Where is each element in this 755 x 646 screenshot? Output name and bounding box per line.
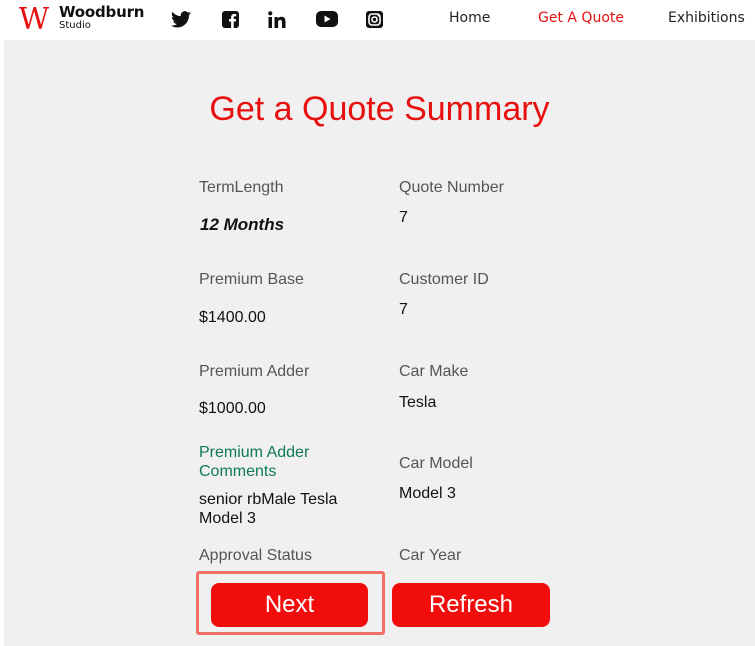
brand-text[interactable]: Woodburn Studio bbox=[59, 4, 144, 32]
car-model-label: Car Model bbox=[399, 455, 473, 472]
nav-home[interactable]: Home bbox=[449, 10, 490, 26]
page-title: Get a Quote Summary bbox=[209, 90, 550, 128]
quote-number-value: 7 bbox=[399, 209, 408, 226]
approval-status-label: Approval Status bbox=[199, 547, 312, 564]
premium-base-label: Premium Base bbox=[199, 271, 304, 288]
twitter-icon[interactable] bbox=[170, 9, 192, 29]
next-button[interactable]: Next bbox=[211, 583, 368, 627]
customer-id-value: 7 bbox=[399, 301, 408, 318]
premium-base-value: $1400.00 bbox=[199, 309, 266, 326]
site-header: W Woodburn Studio Home Get A Quote Exhib… bbox=[0, 0, 755, 40]
premium-adder-comments-label: Premium Adder Comments bbox=[199, 444, 310, 480]
brand-name: Woodburn bbox=[59, 3, 145, 21]
premium-adder-value: $1000.00 bbox=[199, 400, 266, 417]
premium-adder-label: Premium Adder bbox=[199, 363, 310, 380]
refresh-button[interactable]: Refresh bbox=[392, 583, 550, 627]
woodburn-logo[interactable]: W bbox=[19, 2, 49, 34]
quote-number-label: Quote Number bbox=[399, 179, 504, 196]
instagram-icon[interactable] bbox=[363, 9, 385, 29]
svg-text:W: W bbox=[19, 2, 49, 34]
car-year-label: Car Year bbox=[399, 547, 462, 564]
car-make-value: Tesla bbox=[399, 394, 437, 411]
quote-summary-panel: Get a Quote Summary TermLength 12 Months… bbox=[4, 40, 755, 646]
facebook-icon[interactable] bbox=[219, 9, 241, 29]
linkedin-icon[interactable] bbox=[266, 9, 288, 29]
term-length-label: TermLength bbox=[199, 179, 284, 196]
brand-subtitle: Studio bbox=[59, 20, 91, 31]
nav-get-a-quote[interactable]: Get A Quote bbox=[538, 10, 624, 26]
term-length-value: 12 Months bbox=[200, 215, 285, 234]
youtube-icon[interactable] bbox=[316, 9, 338, 29]
nav-exhibitions[interactable]: Exhibitions bbox=[668, 10, 745, 26]
car-model-value: Model 3 bbox=[399, 485, 456, 502]
customer-id-label: Customer ID bbox=[399, 271, 489, 288]
car-make-label: Car Make bbox=[399, 363, 469, 380]
premium-adder-comments-value: senior rbMale Tesla Model 3 bbox=[199, 491, 338, 524]
